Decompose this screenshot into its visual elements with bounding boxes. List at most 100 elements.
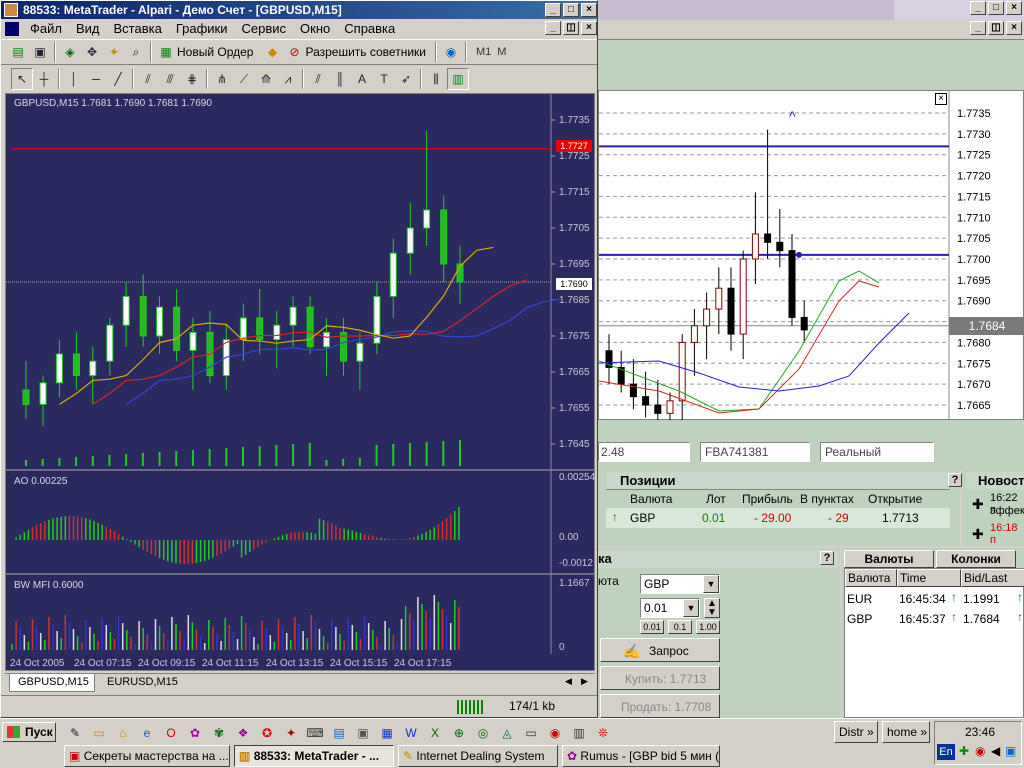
vertical-line-icon[interactable]: │ [63,68,85,90]
profiles-icon[interactable]: ▣ [29,41,51,63]
sell-button[interactable]: Продать: 1.7708 [600,694,720,718]
table-icon[interactable]: ▦ [376,722,398,744]
close-icon[interactable]: × [581,21,597,35]
chart-window-icon[interactable] [5,22,19,36]
close-icon[interactable]: × [935,93,947,105]
new-order-icon[interactable]: ▦ [155,41,177,63]
experts-icon[interactable]: ⊘ [283,41,305,63]
excel-icon[interactable]: X [424,722,446,744]
notepad-icon[interactable]: ✎ [64,722,86,744]
toolbar-distr[interactable]: Distr » [834,721,878,743]
tray-icon[interactable]: ✚ [959,744,969,758]
chevron-down-icon[interactable]: ▼ [703,575,719,593]
app-icon[interactable]: ▥ [568,722,590,744]
lot-select[interactable]: 0.01 ▼ [640,598,700,618]
cursor-icon[interactable]: ↖ [11,68,33,90]
menu-help[interactable]: Справка [337,20,402,38]
tab-eurusd[interactable]: EURUSD,M15 [99,674,185,692]
channel-icon[interactable]: ⫽ [137,68,159,90]
tester-icon[interactable]: ⌕ [125,41,147,63]
app-icon[interactable]: ◬ [496,722,518,744]
tab-scroll-right-icon[interactable]: ▶ [581,676,588,687]
table-row[interactable]: ↑ GBP 0.01 - 29.00 - 29 1.7713 [606,508,950,528]
menu-tools[interactable]: Сервис [235,20,294,38]
gann-fan-icon[interactable]: ⟰ [255,68,277,90]
regression-icon[interactable]: ⫻ [159,68,181,90]
lot-option-button[interactable]: 1.00 [696,620,720,634]
globe-icon[interactable]: ◎ [472,722,494,744]
task-button[interactable]: ✎ Internet Dealing System [398,745,558,767]
horizontal-line-icon[interactable]: ─ [85,68,107,90]
pitchfork-icon[interactable]: ⋔ [211,68,233,90]
help-button[interactable]: ? [820,551,834,565]
menu-view[interactable]: Вид [69,20,107,38]
close-icon[interactable]: × [1006,21,1022,35]
home-icon[interactable]: ⌂ [112,722,134,744]
ie-icon[interactable]: e [136,722,158,744]
network-icon[interactable]: ▣ [1005,744,1016,758]
new-chart-icon[interactable]: ▤ [7,41,29,63]
menu-charts[interactable]: Графики [169,20,235,38]
close-icon[interactable]: × [1006,1,1022,15]
title-bar[interactable]: 88533: MetaTrader - Alpari - Демо Счет -… [1,1,597,19]
timeframe-m[interactable]: M [497,46,506,58]
maximize-icon[interactable]: □ [563,3,579,17]
crosshair-icon[interactable]: ┼ [33,68,55,90]
tab-columns[interactable]: Колонки [936,550,1016,568]
maximize-icon[interactable]: □ [988,1,1004,15]
lot-option-button[interactable]: 0.01 [640,620,664,634]
app-icon[interactable]: ✪ [256,722,278,744]
app-icon[interactable]: ❊ [592,722,614,744]
app-icon[interactable]: ✦ [280,722,302,744]
market-watch-icon[interactable]: ◈ [59,41,81,63]
minimize-icon[interactable]: _ [545,21,561,35]
tab-gbpusd[interactable]: GBPUSD,M15 [9,674,95,692]
app-icon[interactable]: ⌨ [304,722,326,744]
detached-chart[interactable]: 1.7735 1.7730 1.7725 1.7720 1.7715 1.7710 1.77… [598,90,1024,421]
word-icon[interactable]: W [400,722,422,744]
menu-insert[interactable]: Вставка [107,20,169,38]
minimize-icon[interactable]: _ [545,3,561,17]
metaeditor-icon[interactable]: ◆ [261,41,283,63]
buy-button[interactable]: Купить: 1.7713 [600,666,720,690]
fibo-fan-icon[interactable]: ⩘ [277,68,299,90]
table-row[interactable]: GBP 16:45:37 ↑ 1.7684 ↑ [845,609,1024,629]
cycle-lines-icon[interactable]: ║ [329,68,351,90]
table-row[interactable]: EUR 16:45:34 ↑ 1.1991 ↑ [845,589,1024,609]
start-button[interactable]: Пуск [2,722,56,742]
folder-icon[interactable]: ▭ [88,722,110,744]
toolbar-home[interactable]: home » [882,721,930,743]
app-icon[interactable]: ❖ [232,722,254,744]
fibo-channel-icon[interactable]: ⫽ [307,68,329,90]
candlestick-icon[interactable]: ▥ [447,68,469,90]
minimize-icon[interactable]: _ [970,21,986,35]
help-button[interactable]: ? [948,473,962,487]
currency-select[interactable]: GBP ▼ [640,574,720,594]
task-button[interactable]: ✿ Rumus - [GBP bid 5 мин (... [562,745,720,767]
restore-icon[interactable]: ◫ [563,21,579,35]
menu-window[interactable]: Окно [293,20,337,38]
minimize-icon[interactable]: _ [970,1,986,15]
request-button[interactable]: ✍ Запрос [600,638,720,662]
task-button[interactable]: ▣ Секреты мастерства на ... [64,745,230,767]
app-icon[interactable]: ✾ [208,722,230,744]
bar-chart-icon[interactable]: ⫼ [425,68,447,90]
app-icon[interactable]: ⊕ [448,722,470,744]
main-chart[interactable]: 1.7735 1.7725 1.7715 1.7705 1.7695 1.7685 1.76… [5,93,596,671]
chevron-down-icon[interactable]: ▼ [683,599,699,617]
navigator-icon[interactable]: ✥ [81,41,103,63]
tab-currencies[interactable]: Валюты [844,550,934,568]
task-button-active[interactable]: ▥ 88533: MetaTrader - ... [234,745,394,767]
text-label-icon[interactable]: T [373,68,395,90]
app-icon[interactable]: ✿ [184,722,206,744]
trendline-icon[interactable]: ╱ [107,68,129,90]
speaker-icon[interactable]: ◀ [991,744,1000,758]
restore-icon[interactable]: ◫ [988,21,1004,35]
document-icon[interactable]: ▤ [328,722,350,744]
app-icon[interactable]: ▭ [520,722,542,744]
help-icon[interactable]: ◉ [440,41,462,63]
php-icon[interactable]: ▣ [352,722,374,744]
language-indicator[interactable]: En [937,744,955,760]
timeframe-m1[interactable]: M1 [476,46,491,58]
lot-option-button[interactable]: 0.1 [668,620,692,634]
